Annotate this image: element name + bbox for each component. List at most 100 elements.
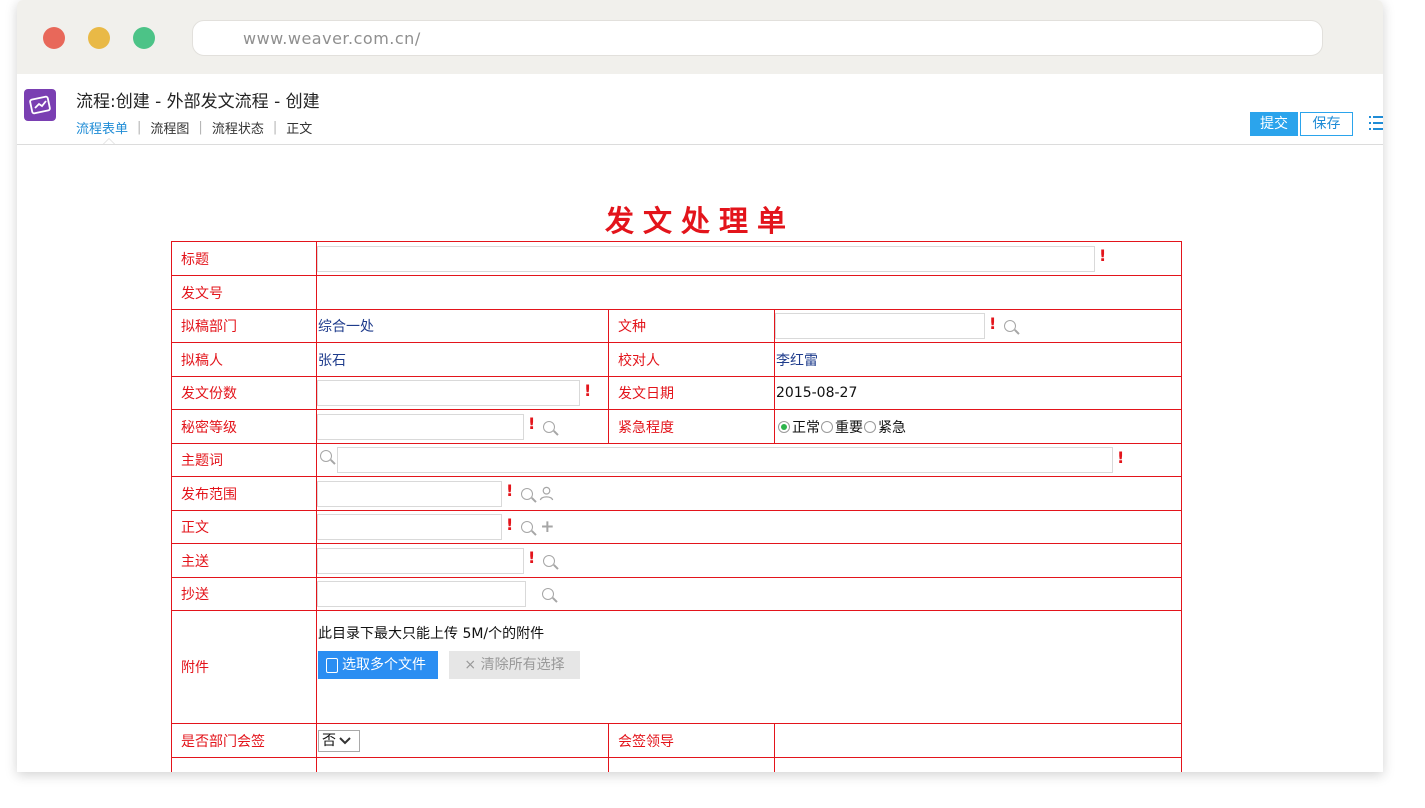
label-drafter: 拟稿人 xyxy=(171,342,317,377)
page-title: 流程:创建 - 外部发文流程 - 创建 xyxy=(76,92,320,112)
title-input[interactable] xyxy=(317,245,1095,272)
search-icon[interactable] xyxy=(320,450,332,462)
form-title: 发文处理单 xyxy=(604,204,795,238)
label-draft-dept: 拟稿部门 xyxy=(171,309,317,343)
secret-level-input[interactable] xyxy=(317,413,524,440)
form-row-secret: 秘密等级 ! 紧急程度 正常 重要 紧急 xyxy=(171,409,1183,444)
clear-selection-button[interactable]: × 清除所有选择 xyxy=(449,651,580,679)
form-row-scope: 发布范围 ! xyxy=(171,476,1183,511)
person-select-icon[interactable] xyxy=(539,486,554,501)
urgency-option-label: 紧急 xyxy=(878,419,906,436)
tab-separator: | xyxy=(198,120,203,135)
label-body: 正文 xyxy=(171,510,317,544)
save-button[interactable]: 保存 xyxy=(1300,112,1353,136)
label-title: 标题 xyxy=(171,241,317,276)
address-bar[interactable]: www.weaver.com.cn/ xyxy=(192,20,1323,56)
browser-chrome: www.weaver.com.cn/ xyxy=(17,0,1383,74)
scope-input[interactable] xyxy=(317,480,502,507)
label-doc-type: 文种 xyxy=(608,309,775,343)
chevron-down-icon xyxy=(339,736,351,744)
proofreader-value: 李红雷 xyxy=(773,342,1183,377)
cc-send-input[interactable] xyxy=(317,581,526,607)
required-mark: ! xyxy=(584,380,592,400)
app-header: 流程:创建 - 外部发文流程 - 创建 流程表单 | 流程图 | 流程状态 | … xyxy=(17,74,1383,145)
doc-no-value xyxy=(315,275,1183,310)
required-mark: ! xyxy=(1099,246,1107,265)
urgency-option-label: 正常 xyxy=(792,419,820,436)
search-icon[interactable] xyxy=(542,588,554,600)
attachment-note: 此目录下最大只能上传 5M/个的附件 xyxy=(318,626,545,642)
maximize-window-button[interactable] xyxy=(133,27,155,49)
form-row-title: 标题 ! xyxy=(171,241,1183,276)
form-row-attachment: 附件 此目录下最大只能上传 5M/个的附件 选取多个文件 × 清除所有选择 xyxy=(171,610,1183,724)
required-mark: ! xyxy=(528,548,536,567)
tab-separator: | xyxy=(272,120,278,135)
active-tab-indicator xyxy=(103,138,115,144)
drafter-value: 张石 xyxy=(316,342,609,377)
close-window-button[interactable] xyxy=(43,27,65,49)
search-icon[interactable] xyxy=(1004,320,1017,332)
required-mark: ! xyxy=(506,514,514,534)
countersign-select-value: 否 xyxy=(322,732,336,749)
main-send-input[interactable] xyxy=(317,547,524,574)
copies-input[interactable] xyxy=(317,380,580,406)
workflow-app-icon xyxy=(24,89,56,121)
required-mark: ! xyxy=(528,414,536,433)
countersign-leader-value xyxy=(773,723,1183,758)
required-mark: ! xyxy=(1117,447,1125,467)
tab-workflow-form[interactable]: 流程表单 xyxy=(76,118,128,137)
label-issue-date: 发文日期 xyxy=(608,376,775,410)
required-mark: ! xyxy=(989,313,997,333)
label-countersign-leader: 会签领导 xyxy=(608,723,775,758)
label-doc-no: 发文号 xyxy=(171,275,317,310)
label-keywords: 主题词 xyxy=(171,443,317,477)
tab-workflow-chart[interactable]: 流程图 xyxy=(150,118,189,137)
keywords-input[interactable] xyxy=(337,447,1113,473)
add-icon[interactable]: + xyxy=(540,519,554,536)
tab-separator: | xyxy=(137,120,142,135)
form-row-countersign: 是否部门会签 否 会签领导 xyxy=(171,723,1183,758)
form-row-main-send: 主送 ! xyxy=(171,543,1183,578)
search-icon[interactable] xyxy=(543,554,556,567)
label-copies: 发文份数 xyxy=(171,376,317,410)
tab-workflow-status[interactable]: 流程状态 xyxy=(212,118,264,137)
form-row-copies: 发文份数 ! 发文日期 2015-08-27 xyxy=(171,376,1183,410)
list-menu-icon[interactable] xyxy=(1369,114,1383,136)
draft-dept-value: 综合一处 xyxy=(316,309,609,343)
urgency-normal-radio[interactable] xyxy=(778,420,790,433)
label-dept-countersign: 是否部门会签 xyxy=(171,723,317,758)
urgency-urgent-radio[interactable] xyxy=(864,420,876,433)
url-text: www.weaver.com.cn/ xyxy=(243,29,421,48)
select-files-button[interactable]: 选取多个文件 xyxy=(318,651,438,679)
urgency-option-label: 重要 xyxy=(835,419,863,436)
tab-body-text[interactable]: 正文 xyxy=(286,118,312,137)
doc-type-input[interactable] xyxy=(775,313,985,339)
required-mark: ! xyxy=(506,481,514,500)
select-files-label: 选取多个文件 xyxy=(342,657,426,673)
form-row-body: 正文 ! + xyxy=(171,510,1183,544)
browser-window: www.weaver.com.cn/ 流程:创建 - 外部发文流程 - 创建 流… xyxy=(17,0,1383,772)
issue-date-value[interactable]: 2015-08-27 xyxy=(773,376,1183,410)
form-row-dept: 拟稿部门 综合一处 文种 ! xyxy=(171,309,1183,343)
form-row-keywords: 主题词 ! xyxy=(171,443,1183,477)
document-form: 标题 ! 发文号 拟稿部门 综合一处 文种 ! 拟稿人 张石 校对人 李红雷 发… xyxy=(171,241,1183,772)
form-row-partial xyxy=(171,757,1183,772)
workflow-tabs: 流程表单 | 流程图 | 流程状态 | 正文 xyxy=(76,118,312,137)
label-cc-send: 抄送 xyxy=(171,577,317,611)
label-secret-level: 秘密等级 xyxy=(171,409,317,444)
minimize-window-button[interactable] xyxy=(88,27,110,49)
label-urgency: 紧急程度 xyxy=(608,409,775,444)
search-icon[interactable] xyxy=(521,487,534,500)
urgency-important-radio[interactable] xyxy=(821,420,833,433)
submit-button[interactable]: 提交 xyxy=(1250,112,1298,136)
search-icon[interactable] xyxy=(543,420,556,433)
form-row-doc-no: 发文号 xyxy=(171,275,1183,310)
form-row-drafter: 拟稿人 张石 校对人 李红雷 xyxy=(171,342,1183,377)
label-main-send: 主送 xyxy=(171,543,317,578)
file-icon xyxy=(326,657,338,673)
countersign-select[interactable]: 否 xyxy=(318,729,360,752)
label-proofreader: 校对人 xyxy=(608,342,775,377)
label-scope: 发布范围 xyxy=(171,476,317,511)
body-input[interactable] xyxy=(317,514,502,540)
search-icon[interactable] xyxy=(521,521,534,533)
